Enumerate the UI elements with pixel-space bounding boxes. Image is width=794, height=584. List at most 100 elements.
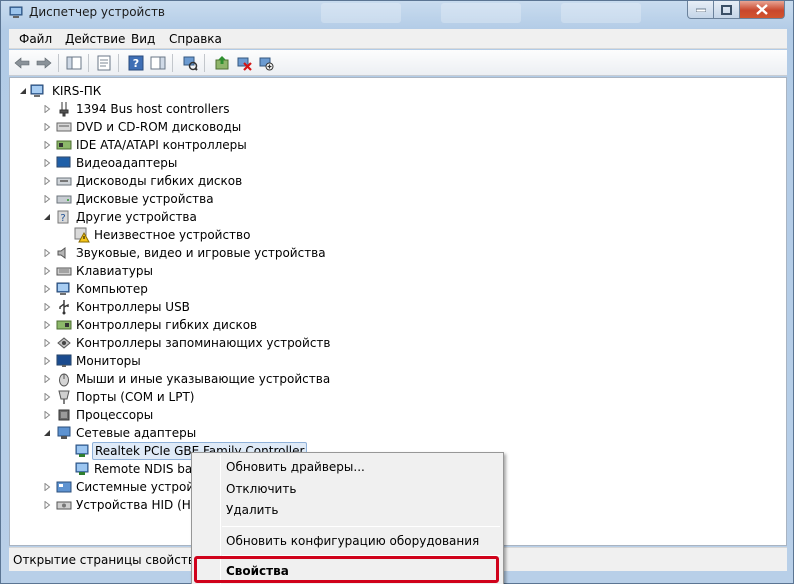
expand-arrow-icon[interactable] (42, 194, 52, 204)
expand-arrow-icon[interactable] (42, 248, 52, 258)
tree-item[interactable]: IDE ATA/ATAPI контроллеры (10, 136, 786, 154)
tree-item[interactable]: Сетевые адаптеры (10, 424, 786, 442)
floppy-controller-icon (56, 320, 72, 330)
expand-arrow-icon[interactable] (42, 338, 52, 348)
background-windows (321, 1, 681, 23)
usb-icon (59, 300, 69, 315)
expand-arrow-icon[interactable] (42, 104, 52, 114)
update-driver-button[interactable] (213, 54, 231, 72)
tree-item[interactable]: Мыши и иные указывающие устройства (10, 370, 786, 388)
expand-arrow-icon[interactable] (42, 158, 52, 168)
disable-device-button[interactable] (257, 54, 275, 72)
expand-arrow-icon[interactable] (42, 374, 52, 384)
tree-item[interactable]: 1394 Bus host controllers (10, 100, 786, 118)
close-icon (756, 4, 768, 15)
display-adapter-icon (56, 156, 71, 168)
collapse-arrow-icon[interactable] (18, 86, 28, 96)
tree-item[interactable]: Контроллеры гибких дисков (10, 316, 786, 334)
scan-hardware-icon (183, 56, 198, 71)
expand-arrow-icon[interactable] (42, 392, 52, 402)
delete-menu-item[interactable]: Удалить (226, 503, 279, 517)
disable-menu-item[interactable]: Отключить (226, 482, 296, 496)
tree-item-label: Другие устройства (76, 210, 197, 224)
tree-item[interactable]: Дисковые устройства (10, 190, 786, 208)
tree-item[interactable]: Дисководы гибких дисков (10, 172, 786, 190)
tree-item[interactable]: Мониторы (10, 352, 786, 370)
toolbar-separator (118, 54, 119, 72)
disk-drive-icon (56, 195, 72, 204)
menu-action[interactable]: Действие (65, 32, 125, 46)
help-button[interactable]: ? (127, 54, 145, 72)
expand-arrow-icon[interactable] (42, 410, 52, 420)
expand-arrow-icon[interactable] (42, 302, 52, 312)
menu-bar: Файл Действие Вид Справка (9, 29, 787, 49)
tree-item[interactable]: Контроллеры запоминающих устройств (10, 334, 786, 352)
tree-item[interactable]: Процессоры (10, 406, 786, 424)
expand-arrow-icon[interactable] (42, 320, 52, 330)
menu-help[interactable]: Справка (169, 32, 222, 46)
collapse-arrow-icon[interactable] (42, 212, 52, 222)
tree-item-label: DVD и CD-ROM дисководы (76, 120, 242, 134)
action-pane-button[interactable] (149, 54, 167, 72)
tree-item-label: Порты (COM и LPT) (76, 390, 195, 404)
properties-sheet-icon (97, 55, 111, 71)
tree-item-label: Системные устройс (76, 480, 201, 494)
tree-item-label: Контроллеры запоминающих устройств (76, 336, 331, 350)
uninstall-device-button[interactable] (235, 54, 253, 72)
maximize-icon (721, 4, 732, 15)
tree-item[interactable]: Неизвестное устройство (10, 226, 786, 244)
port-icon (58, 390, 70, 404)
svg-text:?: ? (60, 213, 65, 224)
toolbar-separator (58, 54, 59, 72)
properties-highlight-frame (194, 556, 499, 583)
tree-item[interactable]: ? Другие устройства (10, 208, 786, 226)
maximize-button[interactable] (713, 1, 740, 19)
tree-item[interactable]: Звуковые, видео и игровые устройства (10, 244, 786, 262)
window-title: Диспетчер устройств (29, 5, 166, 19)
menu-view[interactable]: Вид (131, 32, 155, 46)
computer-icon (56, 282, 70, 295)
update-drivers-menu-item[interactable]: Обновить драйверы... (226, 460, 365, 474)
computer-name: KIRS-ПК (52, 84, 102, 98)
tree-item[interactable]: Клавиатуры (10, 262, 786, 280)
scan-hardware-changes-button[interactable] (181, 54, 199, 72)
tree-item[interactable]: Видеоадаптеры (10, 154, 786, 172)
tree-item[interactable]: Порты (COM и LPT) (10, 388, 786, 406)
expand-arrow-icon[interactable] (42, 140, 52, 150)
unknown-device-warning-icon (74, 227, 90, 243)
tree-item[interactable]: Контроллеры USB (10, 298, 786, 316)
expand-arrow-icon[interactable] (42, 176, 52, 186)
menu-file[interactable]: Файл (19, 32, 52, 46)
expand-arrow-icon[interactable] (42, 356, 52, 366)
update-driver-icon (215, 56, 229, 70)
back-button[interactable] (13, 54, 31, 72)
minimize-button[interactable] (687, 1, 714, 19)
tree-item[interactable]: DVD и CD-ROM дисководы (10, 118, 786, 136)
console-tree-icon (66, 56, 82, 70)
context-menu-separator (222, 526, 500, 527)
expand-arrow-icon[interactable] (42, 284, 52, 294)
keyboard-icon (56, 267, 72, 276)
forward-button[interactable] (35, 54, 53, 72)
tree-item[interactable]: Компьютер (10, 280, 786, 298)
expand-arrow-icon[interactable] (42, 266, 52, 276)
toolbar-separator (204, 54, 205, 72)
properties-button[interactable] (95, 54, 113, 72)
collapse-arrow-icon[interactable] (42, 428, 52, 438)
expand-arrow-icon[interactable] (42, 122, 52, 132)
expand-arrow-icon[interactable] (42, 482, 52, 492)
toolbar-separator (88, 54, 89, 72)
tree-item-label: Контроллеры USB (76, 300, 190, 314)
background-window-tab (561, 3, 641, 23)
hid-icon (56, 501, 72, 510)
action-pane-icon (150, 56, 166, 70)
scan-hardware-menu-item[interactable]: Обновить конфигурацию оборудования (226, 534, 479, 548)
expand-arrow-icon[interactable] (42, 500, 52, 510)
other-devices-icon: ? (57, 210, 69, 224)
svg-text:?: ? (133, 57, 139, 70)
close-button[interactable] (739, 1, 785, 19)
tree-item-label: Клавиатуры (76, 264, 153, 278)
tree-item-label: Контроллеры гибких дисков (76, 318, 258, 332)
tree-item-label: Процессоры (76, 408, 154, 422)
show-hide-console-tree-button[interactable] (65, 54, 83, 72)
